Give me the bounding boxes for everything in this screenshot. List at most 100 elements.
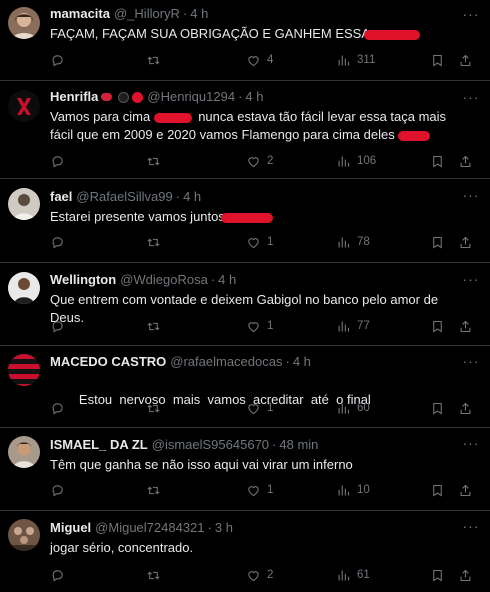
avatar[interactable] bbox=[8, 188, 40, 220]
views-button[interactable]: 106 bbox=[336, 154, 376, 169]
avatar[interactable] bbox=[8, 90, 40, 122]
share-button[interactable] bbox=[458, 53, 473, 68]
reply-button[interactable] bbox=[50, 483, 71, 498]
share-icon bbox=[460, 236, 471, 248]
retweet-icon bbox=[147, 571, 160, 579]
reply-button[interactable] bbox=[50, 401, 71, 416]
display-name[interactable]: Miguel bbox=[50, 519, 91, 537]
display-name[interactable]: fael bbox=[50, 188, 72, 206]
like-button[interactable]: 1 bbox=[246, 483, 273, 498]
more-dots-icon[interactable]: ··· bbox=[462, 519, 480, 537]
like-button[interactable]: 4 bbox=[246, 53, 273, 68]
heart-icon bbox=[248, 485, 259, 496]
share-button[interactable] bbox=[458, 401, 473, 416]
retweet-button[interactable] bbox=[146, 235, 167, 250]
timestamp[interactable]: 4 h bbox=[245, 88, 263, 106]
tweet[interactable]: ··· mamacita @_HilloryR · 4 h FAÇAM, FAÇ… bbox=[0, 0, 490, 81]
retweet-button[interactable] bbox=[146, 401, 167, 416]
timestamp[interactable]: 4 h bbox=[190, 5, 208, 23]
tweet[interactable]: ··· Miguel @Miguel72484321 · 3 h jogar s… bbox=[0, 511, 490, 592]
timestamp[interactable]: 4 h bbox=[293, 353, 311, 371]
tweet[interactable]: ··· MACEDO CASTRO @rafaelmacedocas · 4 h… bbox=[0, 346, 490, 428]
views-button[interactable]: 61 bbox=[336, 568, 370, 583]
tweet-text: jogar sério, concentrado. bbox=[50, 539, 460, 557]
more-dots-icon[interactable]: ··· bbox=[462, 188, 480, 206]
bookmark-button[interactable] bbox=[430, 319, 445, 334]
more-dots-icon[interactable]: ··· bbox=[462, 7, 480, 25]
bookmark-button[interactable] bbox=[430, 154, 445, 169]
lips-emoji-icon bbox=[101, 93, 113, 101]
display-name[interactable]: Wellington bbox=[50, 271, 116, 289]
user-handle[interactable]: @WdiegoRosa bbox=[120, 271, 208, 289]
bookmark-icon bbox=[433, 569, 442, 581]
avatar[interactable] bbox=[8, 272, 40, 304]
retweet-button[interactable] bbox=[146, 568, 167, 583]
avatar[interactable] bbox=[8, 354, 40, 386]
user-handle[interactable]: @rafaelmacedocas bbox=[170, 353, 282, 371]
reply-button[interactable] bbox=[50, 154, 71, 169]
share-button[interactable] bbox=[458, 568, 473, 583]
display-name[interactable]: Henrifla bbox=[50, 88, 98, 106]
user-handle[interactable]: @Henriqu1294 bbox=[147, 88, 235, 106]
share-button[interactable] bbox=[458, 319, 473, 334]
more-dots-icon[interactable]: ··· bbox=[462, 436, 480, 454]
views-button[interactable]: 60 bbox=[336, 401, 370, 416]
like-count: 1 bbox=[267, 484, 274, 496]
retweet-button[interactable] bbox=[146, 483, 167, 498]
share-button[interactable] bbox=[458, 483, 473, 498]
reply-icon bbox=[52, 320, 63, 332]
bookmark-button[interactable] bbox=[430, 401, 445, 416]
more-dots-icon[interactable]: ··· bbox=[462, 354, 480, 372]
tweet[interactable]: ··· Henrifla @Henriqu1294 · 4 h Vamos pa… bbox=[0, 81, 490, 179]
timestamp[interactable]: 3 h bbox=[215, 519, 233, 537]
reply-button[interactable] bbox=[50, 568, 71, 583]
bookmark-button[interactable] bbox=[430, 568, 445, 583]
user-handle[interactable]: @_HilloryR bbox=[114, 5, 180, 23]
like-button[interactable]: 1 bbox=[246, 401, 273, 416]
display-name[interactable]: MACEDO CASTRO bbox=[50, 353, 166, 371]
retweet-button[interactable] bbox=[146, 53, 167, 68]
heart-icon bbox=[248, 321, 259, 332]
tweet[interactable]: ··· Wellington @WdiegoRosa · 4 h Que ent… bbox=[0, 263, 490, 346]
share-button[interactable] bbox=[458, 154, 473, 169]
avatar[interactable] bbox=[8, 436, 40, 468]
tweet[interactable]: ··· ISMAEL_ DA ZL @ismaelS95645670 · 48 … bbox=[0, 428, 490, 511]
like-button[interactable]: 2 bbox=[246, 154, 273, 169]
views-button[interactable]: 77 bbox=[336, 319, 370, 334]
display-name[interactable]: ISMAEL_ DA ZL bbox=[50, 436, 148, 454]
reply-button[interactable] bbox=[50, 53, 71, 68]
bookmark-button[interactable] bbox=[430, 53, 445, 68]
tweet-text-body: Têm que ganha se não isso aqui vai virar… bbox=[50, 457, 353, 472]
user-handle[interactable]: @RafaelSillva99 bbox=[76, 188, 172, 206]
views-button[interactable]: 311 bbox=[336, 53, 375, 68]
redaction-mark bbox=[154, 112, 193, 123]
like-button[interactable]: 2 bbox=[246, 568, 273, 583]
more-dots-icon[interactable]: ··· bbox=[462, 272, 480, 290]
avatar[interactable] bbox=[8, 7, 40, 39]
bookmark-icon bbox=[433, 155, 442, 167]
reply-button[interactable] bbox=[50, 319, 71, 334]
share-icon bbox=[460, 155, 471, 167]
bookmark-button[interactable] bbox=[430, 235, 445, 250]
display-name[interactable]: mamacita bbox=[50, 5, 110, 23]
timestamp[interactable]: 48 min bbox=[279, 436, 318, 454]
more-dots-icon[interactable]: ··· bbox=[462, 90, 480, 108]
like-button[interactable]: 1 bbox=[246, 235, 273, 250]
tweet[interactable]: ··· fael @RafaelSillva99 · 4 h Estarei p… bbox=[0, 179, 490, 263]
reply-button[interactable] bbox=[50, 235, 71, 250]
like-button[interactable]: 1 bbox=[246, 319, 273, 334]
views-chart-icon bbox=[338, 55, 350, 65]
view-count: 10 bbox=[357, 484, 370, 496]
bookmark-button[interactable] bbox=[430, 483, 445, 498]
retweet-button[interactable] bbox=[146, 319, 167, 334]
user-handle[interactable]: @Miguel72484321 bbox=[95, 519, 204, 537]
timestamp[interactable]: 4 h bbox=[218, 271, 236, 289]
views-button[interactable]: 10 bbox=[336, 483, 370, 498]
views-button[interactable]: 78 bbox=[336, 235, 370, 250]
avatar[interactable] bbox=[8, 519, 40, 551]
user-handle[interactable]: @ismaelS95645670 bbox=[152, 436, 269, 454]
share-button[interactable] bbox=[458, 235, 473, 250]
retweet-button[interactable] bbox=[146, 154, 167, 169]
reply-icon bbox=[52, 236, 63, 248]
timestamp[interactable]: 4 h bbox=[183, 188, 201, 206]
